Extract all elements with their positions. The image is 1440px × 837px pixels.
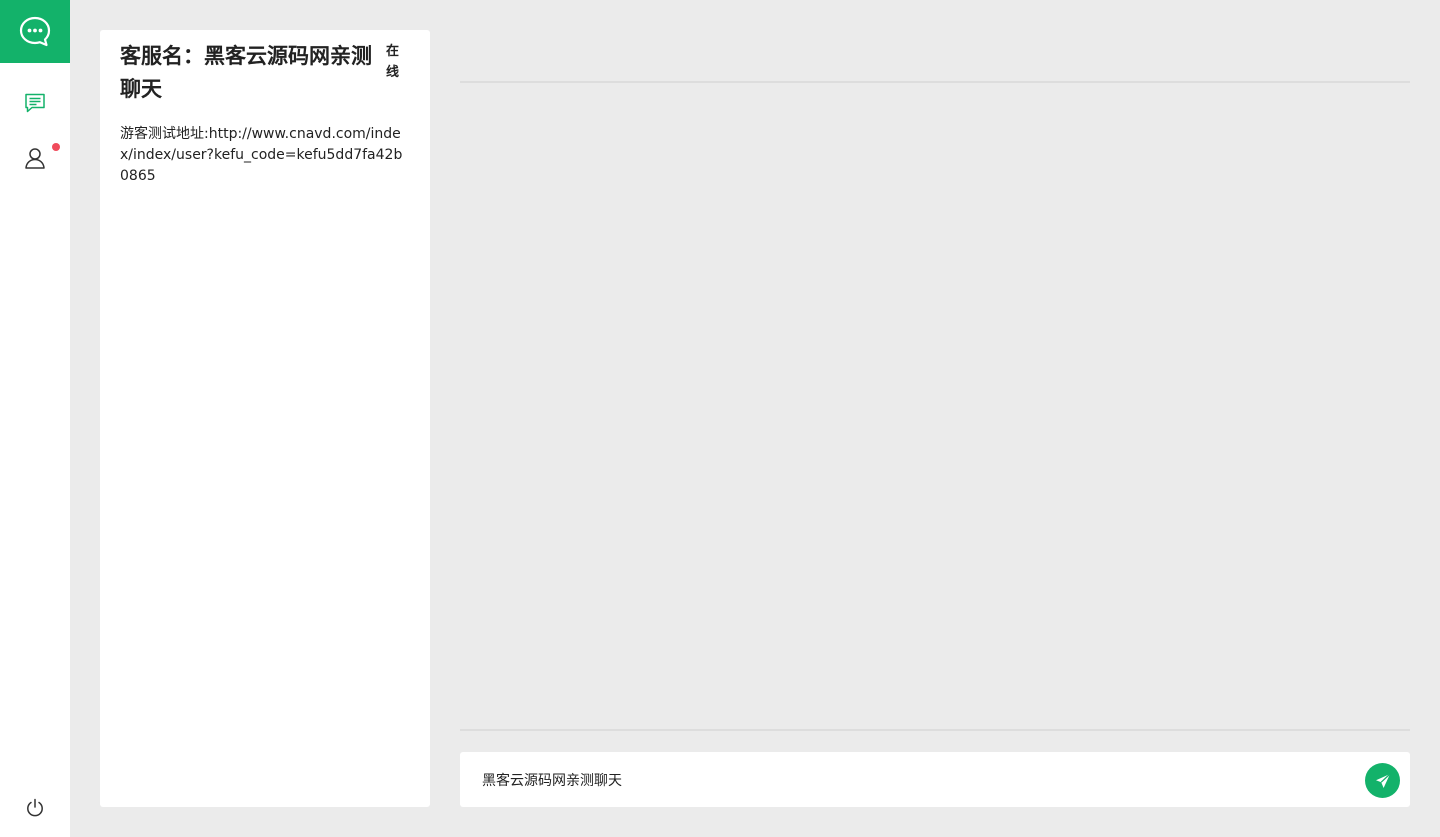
app-logo bbox=[0, 0, 70, 63]
message-icon bbox=[25, 93, 45, 113]
user-icon bbox=[25, 148, 45, 169]
app-root: 客服名：黑客云源码网亲测聊天 在线 游客测试地址:http://www.cnav… bbox=[0, 0, 1440, 837]
service-info-header: 客服名：黑客云源码网亲测聊天 在线 bbox=[120, 40, 410, 106]
logout-button[interactable] bbox=[0, 786, 70, 830]
power-icon bbox=[27, 798, 43, 817]
chat-bubble-icon bbox=[19, 16, 51, 46]
service-name-title: 客服名：黑客云源码网亲测聊天 bbox=[120, 44, 372, 101]
online-status: 在线 bbox=[386, 44, 400, 80]
service-info-panel: 客服名：黑客云源码网亲测聊天 在线 游客测试地址:http://www.cnav… bbox=[100, 30, 430, 807]
chat-footer-divider bbox=[460, 729, 1410, 731]
message-list[interactable] bbox=[460, 83, 1410, 729]
paper-plane-icon bbox=[1375, 773, 1390, 788]
nav-contacts-button[interactable] bbox=[0, 136, 70, 180]
message-input[interactable] bbox=[482, 752, 1342, 807]
send-button[interactable] bbox=[1365, 763, 1400, 798]
nav-chats-button[interactable] bbox=[0, 81, 70, 125]
visitor-test-address: 游客测试地址:http://www.cnavd.com/index/index/… bbox=[120, 126, 403, 184]
message-composer bbox=[460, 752, 1410, 807]
notification-badge bbox=[52, 143, 60, 151]
sidebar-nav bbox=[0, 0, 70, 837]
